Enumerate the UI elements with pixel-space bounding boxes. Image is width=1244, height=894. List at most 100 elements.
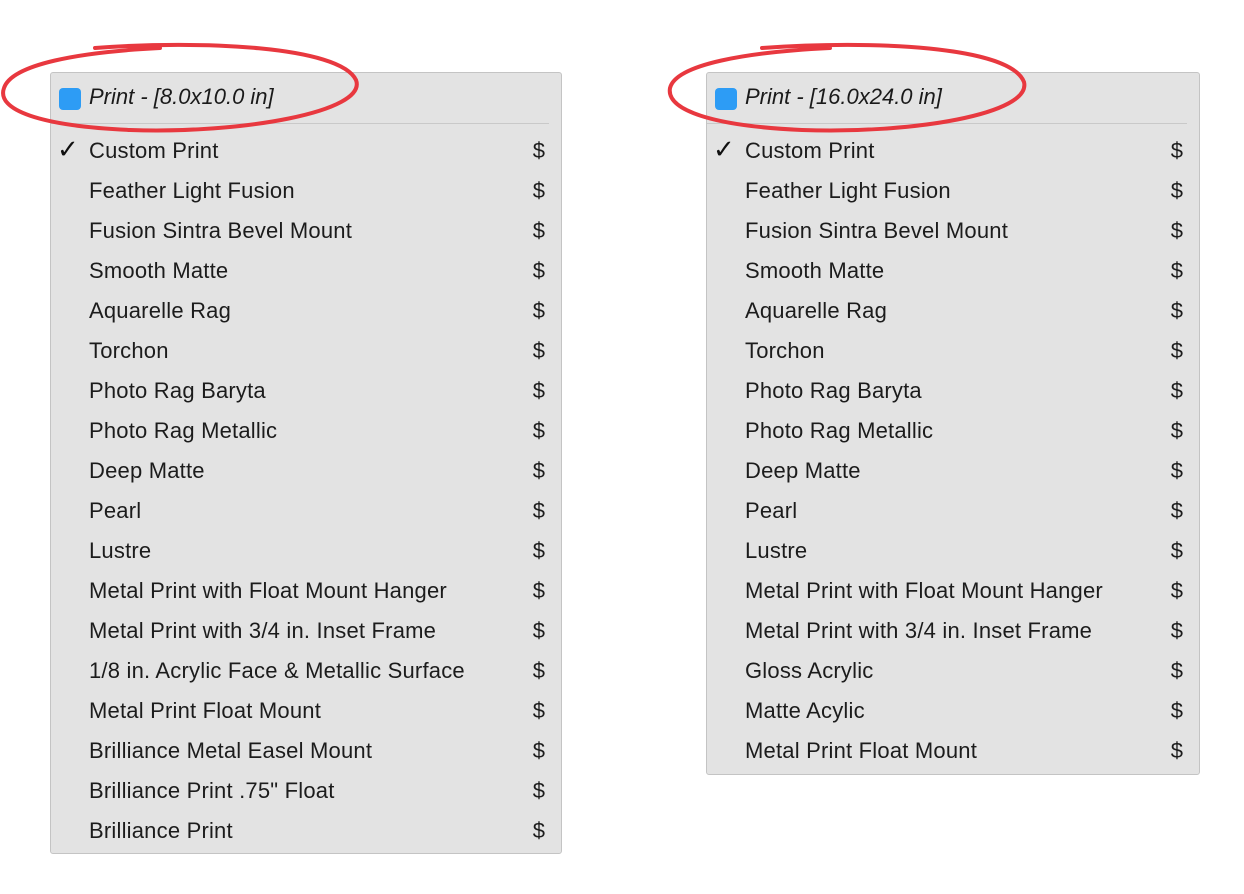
menu-item-label: Photo Rag Metallic xyxy=(745,418,934,443)
menu-item-label: Matte Acylic xyxy=(745,698,865,723)
price-indicator: $ xyxy=(532,258,545,283)
menu-item-label: Deep Matte xyxy=(745,458,861,483)
menu-item-label: Lustre xyxy=(89,538,152,563)
menu-item[interactable]: Fusion Sintra Bevel Mount $ xyxy=(707,211,1199,251)
price-indicator: $ xyxy=(1170,458,1183,483)
price-indicator: $ xyxy=(1170,178,1183,203)
checkmark-icon: ✓ xyxy=(57,135,79,165)
menu-item-label: Metal Print with Float Mount Hanger xyxy=(745,578,1103,603)
menu-item-label: Metal Print with 3/4 in. Inset Frame xyxy=(89,618,437,643)
menu-header: Print - [8.0x10.0 in] xyxy=(51,73,561,123)
price-indicator: $ xyxy=(1170,258,1183,283)
menu-item[interactable]: Deep Matte $ xyxy=(51,451,561,491)
menu-item[interactable]: ✓ Custom Print $ xyxy=(51,131,561,171)
menu-item[interactable]: Torchon $ xyxy=(51,331,561,371)
menu-item-label: Torchon xyxy=(89,338,169,363)
price-indicator: $ xyxy=(532,738,545,763)
menu-item-label: Feather Light Fusion xyxy=(89,178,295,203)
menu-item-label: Aquarelle Rag xyxy=(745,298,888,323)
checkmark-icon: ✓ xyxy=(713,135,735,165)
price-indicator: $ xyxy=(1170,738,1183,763)
menu-separator xyxy=(51,123,549,124)
menu-item[interactable]: Gloss Acrylic $ xyxy=(707,651,1199,691)
menu-item-label: Deep Matte xyxy=(89,458,205,483)
price-indicator: $ xyxy=(532,178,545,203)
price-indicator: $ xyxy=(532,418,545,443)
menu-item-label: Gloss Acrylic xyxy=(745,658,874,683)
menu-item[interactable]: Metal Print with 3/4 in. Inset Frame $ xyxy=(707,611,1199,651)
price-indicator: $ xyxy=(1170,498,1183,523)
price-indicator: $ xyxy=(1170,378,1183,403)
menu-item[interactable]: Feather Light Fusion $ xyxy=(707,171,1199,211)
menu-item[interactable]: Torchon $ xyxy=(707,331,1199,371)
price-indicator: $ xyxy=(532,498,545,523)
menu-item[interactable]: Photo Rag Baryta $ xyxy=(707,371,1199,411)
menu-item-label: Photo Rag Baryta xyxy=(745,378,922,403)
price-indicator: $ xyxy=(1170,658,1183,683)
print-options-menu-8x10: Print - [8.0x10.0 in] ✓ Custom Print $ Feat… xyxy=(50,72,562,854)
menu-item-label: Custom Print xyxy=(745,138,875,163)
menu-item-label: 1/8 in. Acrylic Face & Metallic Surface xyxy=(89,658,465,683)
menu-item-label: Feather Light Fusion xyxy=(745,178,951,203)
menu-item-label: Smooth Matte xyxy=(89,258,229,283)
color-swatch-icon xyxy=(715,88,737,110)
menu-item[interactable]: Metal Print Float Mount $ xyxy=(51,691,561,731)
menu-item[interactable]: Fusion Sintra Bevel Mount $ xyxy=(51,211,561,251)
price-indicator: $ xyxy=(1170,578,1183,603)
menu-title: Print - [8.0x10.0 in] xyxy=(89,84,274,109)
price-indicator: $ xyxy=(532,338,545,363)
print-options-menu-16x24: Print - [16.0x24.0 in] ✓ Custom Print $ Fea… xyxy=(706,72,1200,775)
menu-item[interactable]: Smooth Matte $ xyxy=(51,251,561,291)
price-indicator: $ xyxy=(1170,218,1183,243)
menu-item-label: Photo Rag Baryta xyxy=(89,378,266,403)
menu-item[interactable]: Metal Print with Float Mount Hanger $ xyxy=(51,571,561,611)
menu-item[interactable]: Photo Rag Metallic $ xyxy=(707,411,1199,451)
menu-item[interactable]: Feather Light Fusion $ xyxy=(51,171,561,211)
menu-item[interactable]: Metal Print with Float Mount Hanger $ xyxy=(707,571,1199,611)
price-indicator: $ xyxy=(1170,618,1183,643)
menu-item[interactable]: Deep Matte $ xyxy=(707,451,1199,491)
price-indicator: $ xyxy=(1170,338,1183,363)
menu-item-label: Metal Print with Float Mount Hanger xyxy=(89,578,447,603)
menu-item-label: Lustre xyxy=(745,538,808,563)
menu-header: Print - [16.0x24.0 in] xyxy=(707,73,1199,123)
menu-item[interactable]: Brilliance Metal Easel Mount $ xyxy=(51,731,561,771)
menu-item[interactable]: Brilliance Print .75" Float $ xyxy=(51,771,561,811)
menu-item-label: Torchon xyxy=(745,338,825,363)
color-swatch-icon xyxy=(59,88,81,110)
menu-item-label: Brilliance Print .75" Float xyxy=(89,778,335,803)
menu-item[interactable]: Smooth Matte $ xyxy=(707,251,1199,291)
menu-item[interactable]: Photo Rag Baryta $ xyxy=(51,371,561,411)
price-indicator: $ xyxy=(532,538,545,563)
menu-item[interactable]: Pearl $ xyxy=(51,491,561,531)
menu-title: Print - [16.0x24.0 in] xyxy=(745,84,942,109)
menu-item[interactable]: Brilliance Print $ xyxy=(51,811,561,851)
menu-item[interactable]: Metal Print Float Mount $ xyxy=(707,731,1199,771)
price-indicator: $ xyxy=(532,458,545,483)
price-indicator: $ xyxy=(532,578,545,603)
menu-item-label: Metal Print with 3/4 in. Inset Frame xyxy=(745,618,1093,643)
price-indicator: $ xyxy=(532,618,545,643)
menu-item[interactable]: Aquarelle Rag $ xyxy=(51,291,561,331)
price-indicator: $ xyxy=(1170,698,1183,723)
menu-item[interactable]: 1/8 in. Acrylic Face & Metallic Surface $ xyxy=(51,651,561,691)
price-indicator: $ xyxy=(1170,138,1183,163)
price-indicator: $ xyxy=(532,658,545,683)
menu-item-label: Aquarelle Rag xyxy=(89,298,232,323)
menu-item-label: Fusion Sintra Bevel Mount xyxy=(745,218,1009,243)
menu-item[interactable]: Matte Acylic $ xyxy=(707,691,1199,731)
menu-item-label: Metal Print Float Mount xyxy=(89,698,322,723)
menu-item[interactable]: Aquarelle Rag $ xyxy=(707,291,1199,331)
menu-item-label: Photo Rag Metallic xyxy=(89,418,278,443)
menu-item[interactable]: Photo Rag Metallic $ xyxy=(51,411,561,451)
menu-item-label: Smooth Matte xyxy=(745,258,885,283)
menu-item[interactable]: ✓ Custom Print $ xyxy=(707,131,1199,171)
price-indicator: $ xyxy=(532,698,545,723)
menu-item-label: Brilliance Metal Easel Mount xyxy=(89,738,373,763)
menu-item[interactable]: Lustre $ xyxy=(51,531,561,571)
menu-item[interactable]: Lustre $ xyxy=(707,531,1199,571)
menu-item[interactable]: Metal Print with 3/4 in. Inset Frame $ xyxy=(51,611,561,651)
menu-item[interactable]: Pearl $ xyxy=(707,491,1199,531)
menu-item-label: Pearl xyxy=(89,498,142,523)
price-indicator: $ xyxy=(532,818,545,843)
